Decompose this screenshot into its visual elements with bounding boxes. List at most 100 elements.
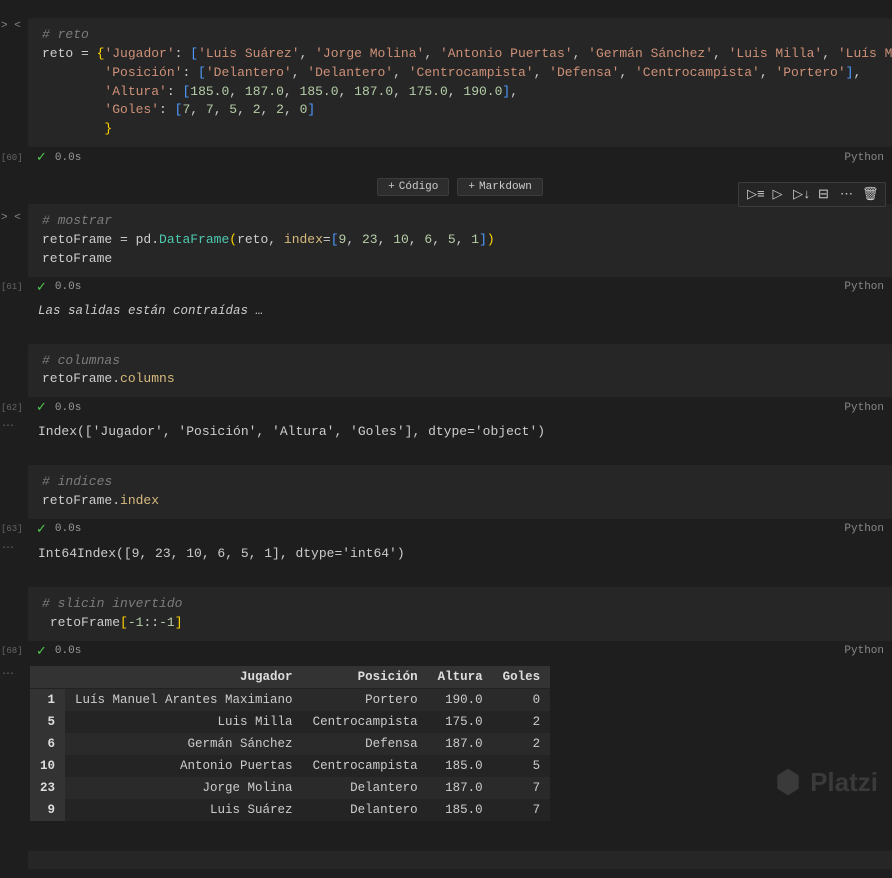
table-header [30, 666, 65, 689]
cell-status: [61] ✓ 0.0s Python [28, 277, 892, 298]
table-cell: Jorge Molina [65, 777, 303, 799]
table-row: 23Jorge MolinaDelantero187.07 [30, 777, 550, 799]
code-cell-4: # slicin invertido retoFrame[-1::-1] [68… [28, 587, 892, 821]
output-collapse-icon[interactable]: ⋯ [2, 418, 14, 433]
split-icon[interactable]: ⊟ [816, 187, 831, 202]
table-cell: 1 [30, 688, 65, 711]
cell-status: [62] ✓ 0.0s Python [28, 397, 892, 418]
exec-time: 0.0s [55, 523, 81, 535]
cell-language[interactable]: Python [844, 152, 884, 164]
table-header: Altura [428, 666, 493, 689]
table-cell: 7 [493, 777, 551, 799]
table-cell: Centrocampista [303, 755, 428, 777]
table-cell: 2 [493, 733, 551, 755]
table-header: Goles [493, 666, 551, 689]
table-row: 6Germán SánchezDefensa187.02 [30, 733, 550, 755]
table-header: Posición [303, 666, 428, 689]
table-cell: 23 [30, 777, 65, 799]
table-cell: 185.0 [428, 755, 493, 777]
output-collapsed[interactable]: Las salidas están contraídas … [28, 298, 892, 324]
table-cell: Luís Manuel Arantes Maximiano [65, 688, 303, 711]
table-cell: Portero [303, 688, 428, 711]
exec-time: 0.0s [55, 645, 81, 657]
table-cell: 7 [493, 799, 551, 821]
exec-time: 0.0s [55, 281, 81, 293]
table-cell: 187.0 [428, 733, 493, 755]
cell-language[interactable]: Python [844, 402, 884, 414]
cell-language[interactable]: Python [844, 523, 884, 535]
output-collapse-icon[interactable]: ⋯ [2, 666, 14, 681]
add-markdown-button[interactable]: +Markdown [457, 178, 542, 196]
table-cell: Luis Suárez [65, 799, 303, 821]
fold-chevron-icon[interactable]: > < [1, 212, 21, 224]
table-cell: 9 [30, 799, 65, 821]
run-icon[interactable]: ▷ [770, 187, 785, 202]
cell-status: [68] ✓ 0.0s Python [28, 641, 892, 662]
table-cell: 175.0 [428, 711, 493, 733]
table-row: 5Luis MillaCentrocampista175.02 [30, 711, 550, 733]
check-icon: ✓ [36, 522, 47, 537]
plus-icon: + [468, 181, 475, 193]
cell-status: [63] ✓ 0.0s Python [28, 519, 892, 540]
more-icon[interactable]: ⋯ [839, 187, 854, 202]
table-cell: 5 [493, 755, 551, 777]
run-by-line-icon[interactable]: ▷≡ [747, 187, 762, 202]
plus-icon: + [388, 181, 395, 193]
code-cell-0: > < # reto reto = {'Jugador': ['Luis Suá… [28, 18, 892, 168]
table-cell: Delantero [303, 799, 428, 821]
code-editor[interactable]: # slicin invertido retoFrame[-1::-1] [28, 587, 892, 641]
delete-icon[interactable]: 🗑 [862, 187, 877, 202]
code-cell-1: > < ▷≡ ▷ ▷↓ ⊟ ⋯ 🗑 # mostrar retoFrame = … [28, 204, 892, 324]
code-editor[interactable]: # indices retoFrame.index [28, 465, 892, 519]
cell-execution-count: [60] [1, 153, 23, 163]
table-cell: 185.0 [428, 799, 493, 821]
table-cell: 187.0 [428, 777, 493, 799]
table-row: 1Luís Manuel Arantes MaximianoPortero190… [30, 688, 550, 711]
table-cell: Luis Milla [65, 711, 303, 733]
check-icon: ✓ [36, 400, 47, 415]
exec-time: 0.0s [55, 402, 81, 414]
table-cell: 0 [493, 688, 551, 711]
cell-output: Index(['Jugador', 'Posición', 'Altura', … [28, 418, 892, 445]
cell-toolbar: ▷≡ ▷ ▷↓ ⊟ ⋯ 🗑 [738, 182, 886, 207]
cell-language[interactable]: Python [844, 281, 884, 293]
ellipsis-icon: … [256, 304, 264, 318]
table-cell: Centrocampista [303, 711, 428, 733]
dataframe-output: Jugador Posición Altura Goles 1Luís Manu… [30, 666, 550, 821]
code-cell-2: # columnas retoFrame.columns [62] ✓ 0.0s… [28, 344, 892, 446]
cell-output: Int64Index([9, 23, 10, 6, 5, 1], dtype='… [28, 540, 892, 567]
cell-execution-count: [62] [1, 403, 23, 413]
table-cell: 6 [30, 733, 65, 755]
table-cell: 2 [493, 711, 551, 733]
table-cell: Defensa [303, 733, 428, 755]
table-header: Jugador [65, 666, 303, 689]
table-row: 10Antonio PuertasCentrocampista185.05 [30, 755, 550, 777]
table-cell: 5 [30, 711, 65, 733]
code-editor[interactable]: # columnas retoFrame.columns [28, 344, 892, 398]
table-cell: 10 [30, 755, 65, 777]
table-cell: Antonio Puertas [65, 755, 303, 777]
output-collapse-icon[interactable]: ⋯ [2, 540, 14, 555]
cell-execution-count: [61] [1, 282, 23, 292]
watermark-logo: Platzi [772, 766, 878, 798]
code-editor[interactable]: # mostrar retoFrame = pd.DataFrame(reto,… [28, 204, 892, 277]
fold-chevron-icon[interactable]: > < [1, 20, 21, 32]
cell-execution-count: [68] [1, 646, 23, 656]
cell-language[interactable]: Python [844, 645, 884, 657]
cell-execution-count: [63] [1, 524, 23, 534]
check-icon: ✓ [36, 644, 47, 659]
comment-line: # reto [42, 27, 89, 42]
check-icon: ✓ [36, 280, 47, 295]
run-above-icon[interactable]: ▷↓ [793, 187, 808, 202]
cell-status: [60] ✓ 0.0s Python [28, 147, 892, 168]
code-editor[interactable]: # reto reto = {'Jugador': ['Luis Suárez'… [28, 18, 892, 147]
table-cell: Germán Sánchez [65, 733, 303, 755]
check-icon: ✓ [36, 150, 47, 165]
table-cell: Delantero [303, 777, 428, 799]
empty-cell[interactable] [28, 851, 892, 869]
exec-time: 0.0s [55, 152, 81, 164]
add-code-button[interactable]: +Código [377, 178, 449, 196]
code-cell-3: # indices retoFrame.index [63] ✓ 0.0s Py… [28, 465, 892, 567]
table-cell: 190.0 [428, 688, 493, 711]
table-row: 9Luis SuárezDelantero185.07 [30, 799, 550, 821]
